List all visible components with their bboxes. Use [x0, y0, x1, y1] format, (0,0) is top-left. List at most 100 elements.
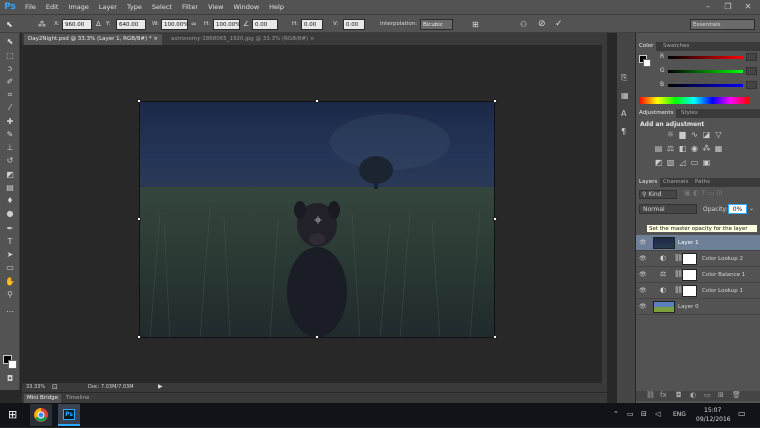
path-select-tool-icon[interactable]: ➤: [4, 250, 16, 260]
link-layers-icon[interactable]: ⛓: [646, 391, 655, 399]
clock-date[interactable]: 09/12/2016: [696, 416, 731, 423]
hue-saturation-icon[interactable]: ▤: [654, 145, 663, 153]
red-value-input[interactable]: [746, 53, 757, 61]
minimize-button[interactable]: –: [700, 0, 716, 14]
visibility-eye-icon[interactable]: 👁: [639, 255, 647, 263]
shape-tool-icon[interactable]: ▭: [4, 263, 16, 273]
menu-filter[interactable]: Filter: [177, 0, 203, 14]
color-background-swatch[interactable]: [643, 59, 651, 67]
transform-handle-bottom[interactable]: [315, 335, 319, 339]
color-balance-icon[interactable]: ⚖: [666, 145, 675, 153]
blue-slider[interactable]: [668, 84, 743, 87]
vskew-input[interactable]: 0.00: [343, 19, 365, 30]
move-tool-icon[interactable]: ⬉: [4, 37, 16, 47]
menu-type[interactable]: Type: [122, 0, 147, 14]
history-panel-icon[interactable]: ⎘: [621, 73, 627, 83]
menu-help[interactable]: Help: [264, 0, 289, 14]
blue-value-input[interactable]: [746, 81, 757, 89]
puppet-icon[interactable]: ⚇: [520, 19, 527, 30]
clone-stamp-tool-icon[interactable]: ⊥: [4, 143, 16, 153]
photoshop-taskbar-button[interactable]: Ps: [58, 404, 80, 426]
threshold-icon[interactable]: ◿: [678, 159, 687, 167]
history-brush-tool-icon[interactable]: ↺: [4, 156, 16, 166]
layer-filter-icons[interactable]: ▣ ◐ T ▭ ⊡: [684, 189, 722, 197]
dodge-tool-icon[interactable]: ●: [4, 209, 16, 219]
restore-button[interactable]: ❐: [720, 0, 736, 14]
transform-handle-bottom-left[interactable]: [137, 335, 141, 339]
tray-chevron-icon[interactable]: ⌃: [613, 410, 619, 418]
layer-row-color-lookup-2[interactable]: 👁 ◐ ⛓ Color Lookup 2: [636, 251, 760, 267]
photo-filter-icon[interactable]: ◉: [690, 145, 699, 153]
marquee-tool-icon[interactable]: ⬚: [4, 51, 16, 61]
layer-row-color-lookup-1[interactable]: 👁 ◐ ⛓ Color Lookup 1: [636, 283, 760, 299]
character-panel-icon[interactable]: A: [621, 109, 626, 118]
tab-layers[interactable]: Layers: [636, 178, 661, 187]
reference-point-icon[interactable]: ⁂: [38, 19, 46, 30]
export-icon[interactable]: ⊡: [52, 383, 58, 391]
vibrance-icon[interactable]: ▽: [714, 131, 723, 139]
paragraph-panel-icon[interactable]: ¶: [621, 127, 626, 136]
delete-layer-icon[interactable]: 🗑: [732, 391, 741, 399]
volume-icon[interactable]: ◁: [655, 410, 660, 418]
menu-image[interactable]: Image: [63, 0, 93, 14]
angle-input[interactable]: 0.00: [252, 19, 278, 30]
add-mask-icon[interactable]: ◘: [676, 391, 682, 399]
workspace-select[interactable]: Essentials: [690, 19, 755, 30]
action-center-icon[interactable]: ▭: [738, 409, 746, 418]
chrome-taskbar-button[interactable]: [30, 404, 52, 426]
color-lookup-icon[interactable]: ▦: [714, 145, 723, 153]
posterize-icon[interactable]: ▧: [666, 159, 675, 167]
network-icon[interactable]: ⊟: [641, 410, 647, 418]
hskew-input[interactable]: 0.00: [301, 19, 323, 30]
curves-icon[interactable]: ∿: [690, 131, 699, 139]
blend-mode-select[interactable]: Normal: [639, 204, 697, 214]
link-icon[interactable]: ∞: [191, 19, 197, 30]
layer-name[interactable]: Layer 1: [678, 240, 699, 246]
move-tool-preset-icon[interactable]: ⬉: [6, 19, 13, 30]
gradient-map-icon[interactable]: ▭: [690, 159, 699, 167]
layer-row-color-balance-1[interactable]: 👁 ⚖ ⛓ Color Balance 1: [636, 267, 760, 283]
commit-transform-icon[interactable]: ✓: [555, 19, 563, 30]
layer-row-layer-1[interactable]: 👁 Layer 1: [636, 235, 760, 251]
close-window-button[interactable]: ✕: [740, 0, 756, 14]
transform-handle-bottom-right[interactable]: [493, 335, 497, 339]
tab-mini-bridge[interactable]: Mini Bridge: [24, 394, 61, 403]
layer-row-layer-0[interactable]: 👁 Layer 0: [636, 299, 760, 315]
zoom-level[interactable]: 33.33%: [26, 384, 45, 390]
visibility-eye-icon[interactable]: 👁: [639, 239, 647, 247]
interpolation-select[interactable]: Bicubic: [420, 19, 453, 30]
red-slider[interactable]: [668, 56, 743, 59]
hand-tool-icon[interactable]: ✋: [4, 277, 16, 287]
windows-start-icon[interactable]: ⊞: [8, 408, 17, 421]
document-image[interactable]: [139, 101, 495, 338]
opacity-input[interactable]: 0%: [728, 204, 747, 214]
status-menu-arrow-icon[interactable]: ▶: [158, 383, 163, 390]
layer-name[interactable]: Color Balance 1: [702, 272, 745, 278]
new-adjustment-icon[interactable]: ◐: [690, 391, 696, 399]
tab-channels[interactable]: Channels: [660, 178, 691, 187]
visibility-eye-icon[interactable]: 👁: [639, 271, 647, 279]
menu-select[interactable]: Select: [147, 0, 177, 14]
tab-astronomy[interactable]: astronomy-1868065_1920.jpg @ 33.3% (RGB/…: [167, 34, 318, 45]
layer-name[interactable]: Layer 0: [678, 304, 699, 310]
close-tab-icon[interactable]: ×: [310, 36, 315, 42]
close-tab-icon[interactable]: ×: [153, 36, 158, 42]
layer-name[interactable]: Color Lookup 1: [702, 288, 743, 294]
selective-color-icon[interactable]: ▣: [702, 159, 711, 167]
filter-kind-select[interactable]: ⚲ Kind: [639, 190, 677, 199]
menu-edit[interactable]: Edit: [41, 0, 64, 14]
blur-tool-icon[interactable]: ♦: [4, 196, 16, 206]
menu-layer[interactable]: Layer: [94, 0, 122, 14]
new-layer-icon[interactable]: ⊞: [718, 391, 724, 399]
eyedropper-tool-icon[interactable]: ⁄: [4, 103, 16, 113]
properties-panel-icon[interactable]: ▦: [621, 91, 629, 100]
tab-paths[interactable]: Paths: [692, 178, 713, 187]
transform-handle-left[interactable]: [137, 217, 141, 221]
levels-icon[interactable]: ▆: [678, 131, 687, 139]
visibility-eye-icon[interactable]: 👁: [639, 303, 647, 311]
invert-icon[interactable]: ◩: [654, 159, 663, 167]
lasso-tool-icon[interactable]: ↄ: [4, 64, 16, 74]
cancel-transform-icon[interactable]: ⊘: [538, 19, 546, 30]
tray-display-icon[interactable]: ▭: [627, 410, 634, 418]
type-tool-icon[interactable]: T: [4, 237, 16, 247]
